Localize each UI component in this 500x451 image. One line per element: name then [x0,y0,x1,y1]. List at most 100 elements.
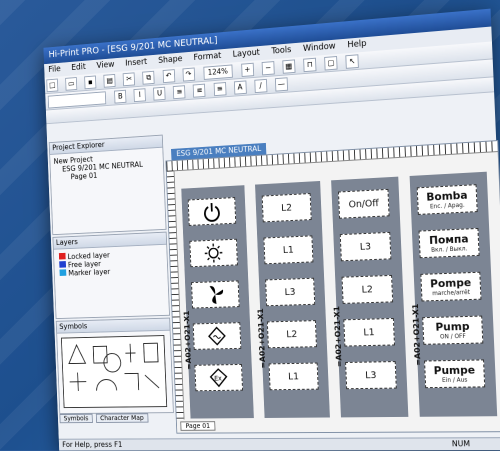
print-icon[interactable]: ▤ [104,74,116,88]
label-text: L2 [286,329,297,340]
strip-tag: =A02+O21-X1 [411,303,422,365]
label-cell[interactable]: ПомпаВкл. / Выкл. [419,228,480,258]
label-text: L1 [283,244,294,255]
label-subtitle: Ein / Aus [442,377,468,384]
align-right-icon[interactable]: ≡ [213,82,226,96]
num-indicator: NUM [452,438,471,450]
text-color-icon[interactable]: A [234,80,247,94]
menu-window[interactable]: Window [303,42,336,54]
arrow-tool-icon[interactable]: ↖ [346,54,360,69]
menu-help[interactable]: Help [347,39,366,50]
label-text: On/Off [348,198,379,210]
label-title: Pump [435,320,470,334]
open-icon[interactable]: ▭ [65,77,77,91]
label-strip: =A02+O21-X1 On/Off L3 L2 L1 L3 [331,177,408,418]
underline-icon[interactable]: U [153,87,166,101]
label-cell[interactable]: Pompemarche/arrêt [420,272,481,302]
ex-icon: Ex [209,367,229,388]
line-style-icon[interactable]: — [275,77,288,91]
strip-tag: =A02+O21-X1 [257,308,268,368]
light-icon [203,242,223,264]
align-center-icon[interactable]: ≡ [193,84,206,98]
label-cell[interactable]: L3 [345,361,397,389]
menu-tools[interactable]: Tools [271,45,291,56]
label-cell[interactable]: L1 [269,363,319,391]
label-cell[interactable]: L1 [263,235,313,264]
symbols-pane: Symbols [56,318,174,414]
label-text: L1 [288,371,299,382]
strip-tag: =A02+O21-X1 [333,306,344,367]
fan-icon [205,284,225,305]
zoom-select[interactable]: 124% [203,64,232,79]
label-strip: =A02+O21-X1 Ex [181,185,254,418]
symbols-title: Symbols [57,319,170,334]
menu-edit[interactable]: Edit [71,63,86,73]
svg-text:Ex: Ex [214,374,222,382]
label-cell[interactable] [189,239,237,267]
layers-list: Locked layer Free layer Marker layer [54,245,168,282]
project-tree: New Project ESG 9/201 MC NEUTRAL Page 01 [50,148,164,185]
strip-tag: =A02+O21-X1 [183,310,193,369]
label-cell[interactable] [191,280,239,308]
bold-icon[interactable]: B [114,90,126,104]
menu-insert[interactable]: Insert [125,57,147,68]
document-area: ESG 9/201 MC NEUTRAL =A02+O21-X1 Ex =A02… [165,140,500,434]
label-cell[interactable]: L2 [267,320,317,348]
page-tabs: Page 01 [180,421,215,432]
label-text: L3 [360,241,372,252]
label-cell[interactable]: PumpON / OFF [422,316,483,345]
label-subtitle: ON / OFF [440,333,466,341]
label-text: L3 [365,370,377,381]
grid-icon[interactable]: ▦ [282,59,295,73]
project-explorer-pane: Project Explorer New Project ESG 9/201 M… [49,135,167,236]
label-cell[interactable] [188,197,236,226]
line-color-icon[interactable]: ∕ [254,79,267,93]
zoom-out-icon[interactable]: − [261,61,274,75]
redo-icon[interactable]: ↷ [182,68,195,82]
align-left-icon[interactable]: ≡ [173,85,186,99]
menu-shape[interactable]: Shape [158,54,183,65]
label-cell[interactable]: L3 [265,278,315,306]
rect-tool-icon[interactable]: ▢ [324,56,337,71]
power-icon [202,201,222,223]
label-text: L2 [281,202,292,213]
label-cell[interactable]: L2 [262,193,312,222]
undo-icon[interactable]: ↶ [162,69,175,83]
status-bar: For Help, press F1 NUM [59,437,500,450]
label-text: L2 [361,284,373,295]
tab-symbols[interactable]: Symbols [59,414,92,423]
label-subtitle: marche/arrêt [432,289,470,297]
save-icon[interactable]: ▪ [84,75,96,89]
zoom-in-icon[interactable]: + [241,63,254,77]
copy-icon[interactable]: ⧉ [143,71,155,85]
label-cell[interactable]: Ex [194,364,243,391]
label-cell[interactable]: On/Off [338,189,389,219]
label-cell[interactable]: L3 [340,232,392,261]
label-cell[interactable]: L2 [342,275,394,304]
label-subtitle: Вкл. / Выкл. [431,245,468,253]
cut-icon[interactable]: ✂ [123,72,135,86]
label-title: Pumpe [433,364,475,378]
label-text: L1 [363,327,375,338]
label-subtitle: Enc. / Apag. [430,202,465,211]
label-cell[interactable] [193,322,241,350]
italic-icon[interactable]: I [134,88,146,102]
tab-character-map[interactable]: Character Map [96,413,148,423]
menu-view[interactable]: View [96,60,114,71]
label-strip: =A02+O21-X1 BombaEnc. / Apag. ПомпаВкл. … [410,172,498,417]
menu-format[interactable]: Format [193,51,221,63]
symbols-grid[interactable] [60,334,169,410]
page-tab[interactable]: Page 01 [180,421,215,431]
label-cell[interactable]: PumpeEin / Aus [424,359,485,388]
new-icon[interactable]: □ [46,79,58,93]
label-cell[interactable]: L1 [343,318,395,347]
app-window: Hi-Print PRO - [ESG 9/201 MC NEUTRAL] Fi… [43,9,500,451]
status-text: For Help, press F1 [62,440,122,448]
label-strip: =A02+O21-X1 L2 L1 L3 L2 L1 [255,181,330,418]
menu-layout[interactable]: Layout [232,48,260,60]
label-cell[interactable]: BombaEnc. / Apag. [417,184,478,215]
lock-icon[interactable]: ⊓ [303,58,316,72]
panel-tabs: Symbols Character Map [59,413,172,425]
heater-icon [207,325,227,346]
menu-file[interactable]: File [48,65,61,75]
